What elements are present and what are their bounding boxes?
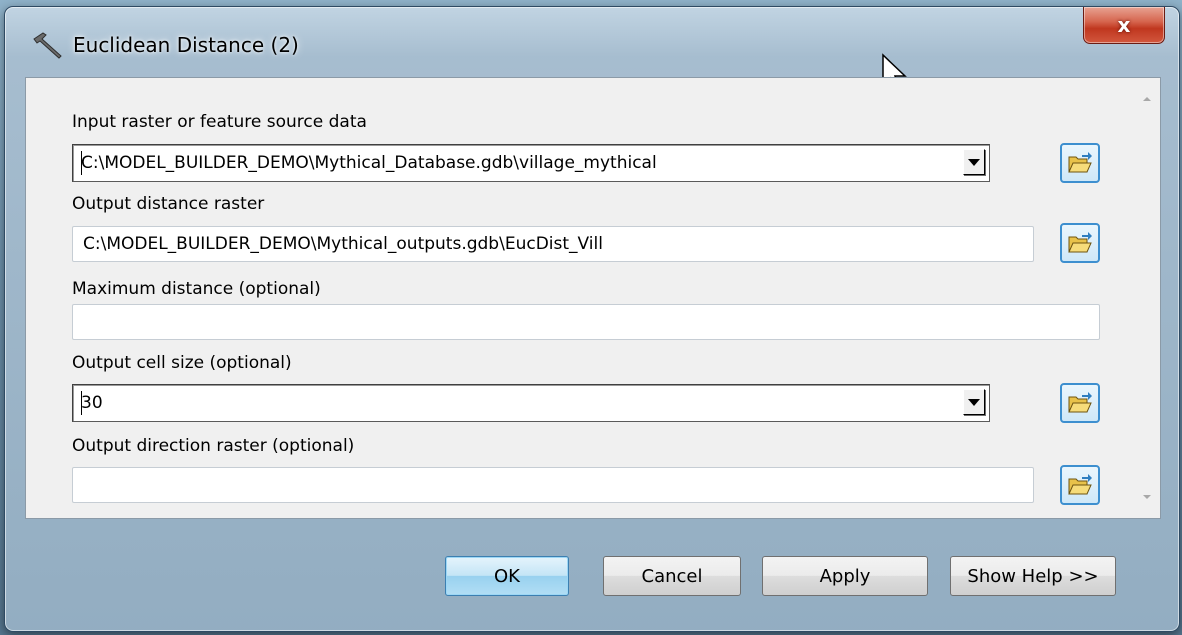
output-distance-browse-button[interactable]: [1060, 223, 1100, 263]
open-folder-icon: [1068, 232, 1092, 253]
cancel-button[interactable]: Cancel: [603, 556, 741, 596]
output-distance-label: Output distance raster: [72, 194, 265, 214]
title-bar[interactable]: Euclidean Distance (2) x: [5, 7, 1179, 73]
hammer-icon: [33, 32, 62, 59]
ok-button[interactable]: OK: [445, 556, 569, 596]
parameters-panel: Input raster or feature source data C:\M…: [25, 77, 1161, 519]
open-folder-icon: [1068, 152, 1092, 173]
cell-size-browse-button[interactable]: [1060, 383, 1100, 423]
chevron-down-icon[interactable]: [963, 389, 985, 415]
max-distance-field[interactable]: [72, 304, 1100, 340]
scroll-up-arrow-icon[interactable]: [1140, 92, 1154, 106]
input-raster-browse-button[interactable]: [1060, 143, 1100, 183]
cell-size-label: Output cell size (optional): [72, 353, 292, 373]
close-icon: x: [1117, 13, 1131, 37]
input-raster-label: Input raster or feature source data: [72, 112, 367, 132]
open-folder-icon: [1068, 392, 1092, 413]
chevron-down-icon[interactable]: [963, 149, 985, 175]
direction-raster-label: Output direction raster (optional): [72, 436, 355, 456]
cell-size-combobox[interactable]: 30: [72, 384, 990, 422]
show-help-button[interactable]: Show Help >>: [950, 556, 1116, 596]
apply-button[interactable]: Apply: [762, 556, 928, 596]
output-distance-field[interactable]: C:\MODEL_BUILDER_DEMO\Mythical_outputs.g…: [72, 226, 1034, 262]
max-distance-label: Maximum distance (optional): [72, 279, 321, 299]
input-raster-combobox[interactable]: C:\MODEL_BUILDER_DEMO\Mythical_Database.…: [72, 144, 990, 182]
cell-size-value: 30: [81, 393, 103, 413]
direction-raster-field[interactable]: [72, 467, 1034, 503]
direction-raster-browse-button[interactable]: [1060, 465, 1100, 505]
open-folder-icon: [1068, 474, 1092, 495]
tool-dialog-window: Euclidean Distance (2) x Input raster or…: [4, 6, 1180, 632]
scroll-down-arrow-icon[interactable]: [1140, 490, 1154, 504]
window-title: Euclidean Distance (2): [73, 33, 299, 57]
input-raster-value: C:\MODEL_BUILDER_DEMO\Mythical_Database.…: [81, 153, 657, 173]
close-button[interactable]: x: [1083, 7, 1165, 44]
